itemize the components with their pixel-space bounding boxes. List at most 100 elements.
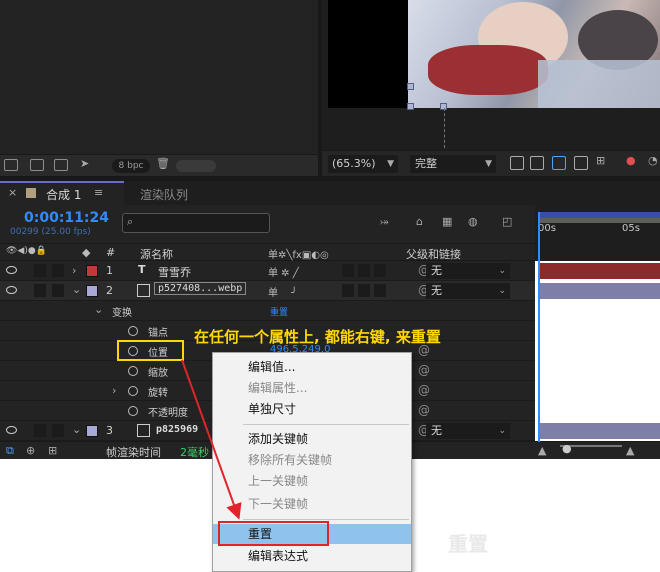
chevron-down-icon[interactable]: ⌄ bbox=[72, 283, 81, 296]
menu-item-remove-keyframes[interactable]: 移除所有关键帧 bbox=[213, 450, 411, 470]
layer-duration-bar[interactable] bbox=[540, 423, 660, 439]
eye-icon[interactable] bbox=[6, 286, 17, 294]
thumbnail-size-slider[interactable] bbox=[176, 160, 216, 172]
transparency-grid-icon[interactable] bbox=[530, 156, 544, 170]
menu-item-edit-expression[interactable]: 编辑表达式 bbox=[213, 546, 411, 566]
render-icon[interactable]: ➤ bbox=[80, 157, 94, 170]
solo-switch[interactable] bbox=[34, 284, 46, 297]
annotation-caption: 在任何一个属性上, 都能右键, 来重置 bbox=[194, 328, 441, 346]
toggle-switches-icon[interactable]: ⧉ bbox=[6, 444, 14, 458]
menu-item-separate-dimensions[interactable]: 单独尺寸 bbox=[213, 399, 411, 419]
menu-item-next-keyframe[interactable]: 下一关键帧 bbox=[213, 494, 411, 514]
parent-dropdown[interactable]: 无 ⌄ bbox=[426, 263, 510, 279]
interpret-footage-icon[interactable] bbox=[4, 159, 18, 171]
stopwatch-icon[interactable] bbox=[128, 386, 138, 396]
reset-link[interactable]: 重置 bbox=[270, 305, 288, 318]
property-label: 锚点 bbox=[148, 328, 168, 339]
mask-visibility-icon[interactable] bbox=[552, 156, 566, 170]
graph-editor-icon[interactable]: ◰ bbox=[502, 215, 512, 228]
solo-switch[interactable] bbox=[34, 264, 46, 277]
lock-switch[interactable] bbox=[52, 424, 64, 437]
chevron-down-icon[interactable]: ⌄ bbox=[72, 423, 81, 436]
lock-switch[interactable] bbox=[52, 284, 64, 297]
eye-icon[interactable] bbox=[6, 426, 17, 434]
stopwatch-icon[interactable] bbox=[128, 326, 138, 336]
solo-switch[interactable] bbox=[34, 424, 46, 437]
zoom-out-icon[interactable]: ▲ bbox=[538, 444, 546, 457]
transform-group-row[interactable]: ⌄ 变换 重置 bbox=[0, 301, 535, 321]
ruler-tick: 05s bbox=[622, 223, 640, 234]
column-source-name[interactable]: 源名称 bbox=[140, 246, 173, 262]
stopwatch-icon[interactable] bbox=[128, 406, 138, 416]
background-ghost-text: 重置 bbox=[448, 532, 488, 556]
stopwatch-icon[interactable] bbox=[128, 366, 138, 376]
new-folder-icon[interactable] bbox=[30, 159, 44, 171]
pickwhip-icon[interactable]: @ bbox=[418, 383, 430, 397]
chevron-right-icon[interactable]: › bbox=[112, 384, 116, 397]
label-color[interactable] bbox=[86, 265, 98, 277]
layer-search-input[interactable]: ⌕ bbox=[122, 213, 270, 233]
bit-depth-button[interactable]: 8 bpc bbox=[112, 159, 150, 173]
switch-box[interactable] bbox=[358, 284, 370, 297]
grid-icon[interactable]: ⊞ bbox=[596, 154, 610, 168]
draft-3d-icon[interactable]: ⌂ bbox=[416, 215, 423, 228]
time-navigator[interactable] bbox=[539, 218, 660, 223]
label-color[interactable] bbox=[86, 285, 98, 297]
region-of-interest-icon[interactable] bbox=[510, 156, 524, 170]
menu-item-edit-value[interactable]: 编辑值... bbox=[213, 357, 411, 377]
trash-icon[interactable]: 🗑 bbox=[156, 157, 170, 170]
column-parent[interactable]: 父级和链接 bbox=[406, 246, 461, 262]
layer-name[interactable]: p527408...webp bbox=[154, 282, 247, 295]
switches[interactable]: 单 ✲ ╱ bbox=[268, 264, 299, 279]
tab-render-queue[interactable]: 渲染队列 bbox=[140, 186, 188, 203]
switch-box[interactable] bbox=[358, 264, 370, 277]
zoom-in-icon[interactable]: ▲ bbox=[626, 444, 634, 457]
switch-box[interactable] bbox=[342, 284, 354, 297]
switch-box[interactable] bbox=[342, 264, 354, 277]
resolution-dropdown[interactable]: 完整 ▼ bbox=[410, 155, 496, 173]
search-icon: ⌕ bbox=[127, 215, 134, 228]
shy-layers-icon[interactable]: ▦ bbox=[442, 215, 452, 228]
layer-bounding-handle[interactable] bbox=[407, 83, 414, 90]
zoom-dropdown[interactable]: (65.3%) ▼ bbox=[328, 155, 398, 173]
lock-switch[interactable] bbox=[52, 264, 64, 277]
layer-name[interactable]: p825969 bbox=[156, 424, 198, 435]
panel-menu-icon[interactable]: ≡ bbox=[94, 186, 103, 199]
label-column-icon: ◆ bbox=[82, 246, 91, 259]
menu-item-edit-property[interactable]: 编辑属性... bbox=[213, 378, 411, 398]
chevron-right-icon[interactable]: › bbox=[72, 264, 76, 277]
column-number: # bbox=[106, 246, 116, 259]
switch-box[interactable] bbox=[374, 284, 386, 297]
layer-row[interactable]: › 1 T 雪雪乔 单 ✲ ╱ @ 无 ⌄ bbox=[0, 261, 535, 281]
menu-item-add-keyframe[interactable]: 添加关键帧 bbox=[213, 429, 411, 449]
parent-dropdown[interactable]: 无 ⌄ bbox=[426, 283, 510, 299]
layer-bounding-handle[interactable] bbox=[407, 103, 414, 110]
menu-item-previous-keyframe[interactable]: 上一关键帧 bbox=[213, 471, 411, 491]
label-color[interactable] bbox=[86, 425, 98, 437]
color-channel-icon[interactable]: ● bbox=[626, 154, 640, 168]
layer-duration-bar[interactable] bbox=[540, 283, 660, 299]
viewer-layout-icon[interactable] bbox=[574, 156, 588, 170]
pickwhip-icon[interactable]: @ bbox=[418, 363, 430, 377]
eye-icon[interactable] bbox=[6, 266, 17, 274]
comp-mini-flowchart-icon[interactable]: ⤖ bbox=[380, 215, 389, 229]
toggle-modes-icon[interactable]: ⊕ bbox=[26, 444, 35, 457]
zoom-slider-thumb[interactable]: ● bbox=[562, 442, 572, 455]
snapshot-icon[interactable]: ◔ bbox=[648, 154, 660, 168]
layer-row[interactable]: ⌄ 2 p527408...webp 单 ╯ @ 无 ⌄ bbox=[0, 281, 535, 301]
new-composition-icon[interactable] bbox=[54, 159, 68, 171]
parent-dropdown[interactable]: 无 ⌄ bbox=[426, 423, 510, 439]
layer-name[interactable]: 雪雪乔 bbox=[158, 264, 191, 280]
switches[interactable]: 单 ╯ bbox=[268, 284, 297, 299]
frame-blending-icon[interactable]: ◍ bbox=[468, 215, 478, 228]
switch-box[interactable] bbox=[374, 264, 386, 277]
text-layer-icon: T bbox=[138, 263, 146, 276]
toggle-in-out-icon[interactable]: ⊞ bbox=[48, 444, 57, 457]
layer-duration-bar[interactable] bbox=[540, 263, 660, 279]
current-time-display[interactable]: 0:00:11:24 bbox=[24, 210, 109, 226]
chevron-down-icon[interactable]: ⌄ bbox=[94, 303, 103, 316]
close-icon[interactable]: × bbox=[8, 186, 17, 199]
tab-composition[interactable]: × 合成 1 ≡ bbox=[0, 181, 124, 205]
pickwhip-icon[interactable]: @ bbox=[418, 403, 430, 417]
playhead[interactable] bbox=[538, 212, 540, 442]
